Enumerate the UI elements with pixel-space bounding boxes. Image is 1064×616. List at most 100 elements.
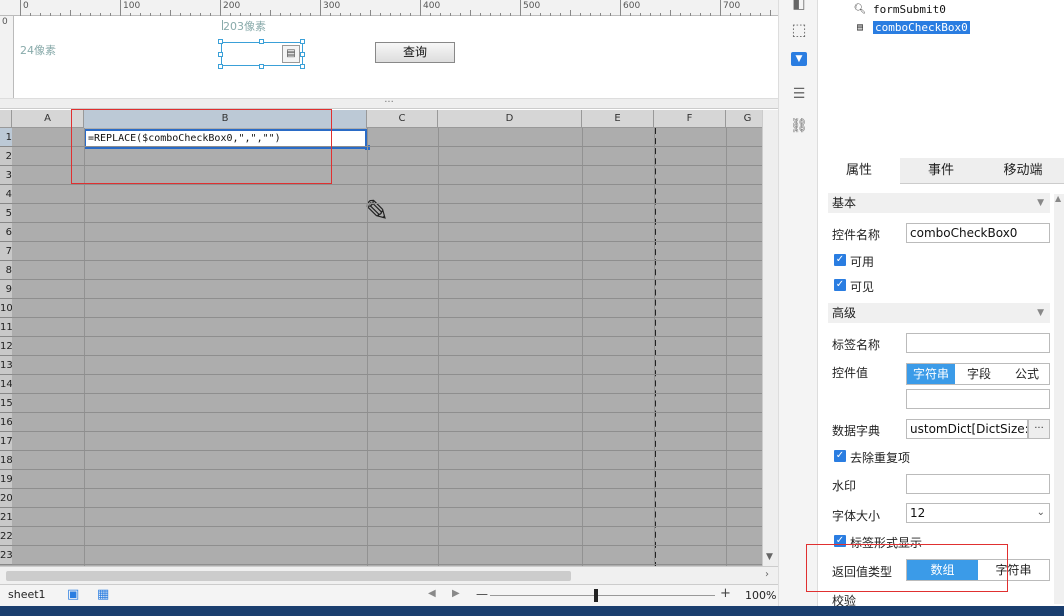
- scroll-right-icon[interactable]: ›: [765, 569, 769, 580]
- resize-handle[interactable]: [218, 64, 223, 69]
- resize-handle[interactable]: [218, 52, 223, 57]
- column-header-cell[interactable]: F: [654, 110, 726, 128]
- font-size-select[interactable]: 12 ⌄: [906, 503, 1050, 523]
- tree-item-label: formSubmit0: [873, 3, 946, 16]
- row-header-cell[interactable]: 19: [0, 470, 12, 489]
- tree-item-form-submit[interactable]: 🔍︎ formSubmit0: [853, 2, 946, 18]
- row-header-cell[interactable]: 22: [0, 527, 12, 546]
- row-header-cell[interactable]: 15: [0, 394, 12, 413]
- visible-checkbox[interactable]: ✓ 可见: [834, 278, 874, 295]
- resize-handle[interactable]: [300, 52, 305, 57]
- ruler-minor-tick: [300, 13, 301, 16]
- zoom-out-button[interactable]: —: [476, 587, 488, 601]
- collapse-icon[interactable]: ▼: [1037, 193, 1044, 213]
- vertical-scrollbar[interactable]: ▼: [762, 110, 778, 566]
- column-gridline: [84, 128, 85, 566]
- row-header-cell[interactable]: 18: [0, 451, 12, 470]
- row-header-cell[interactable]: 10: [0, 299, 12, 318]
- zoom-slider-track[interactable]: [490, 595, 715, 596]
- zoom-in-button[interactable]: +: [720, 586, 731, 601]
- horizontal-scrollbar[interactable]: ›: [0, 566, 778, 584]
- row-header-cell[interactable]: 4: [0, 185, 12, 204]
- ruler-minor-tick: [90, 13, 91, 16]
- row-header-cell[interactable]: 12: [0, 337, 12, 356]
- tag-name-input[interactable]: [906, 333, 1050, 353]
- row-header-cell[interactable]: 20: [0, 489, 12, 508]
- query-button[interactable]: 查询: [375, 42, 455, 63]
- zoom-slider-thumb[interactable]: [594, 589, 598, 602]
- property-panel-scrollbar[interactable]: ▲: [1054, 194, 1064, 604]
- add-sheet-icon[interactable]: ▣: [67, 587, 79, 602]
- ruler-minor-tick: [500, 13, 501, 16]
- column-header-cell[interactable]: C: [367, 110, 438, 128]
- resize-handle[interactable]: [300, 64, 305, 69]
- watermark-input[interactable]: [906, 474, 1050, 494]
- widget-value-input[interactable]: [906, 389, 1050, 409]
- row-header-cell[interactable]: 8: [0, 261, 12, 280]
- column-header-cell[interactable]: G: [726, 110, 762, 128]
- ruler-minor-tick: [680, 13, 681, 16]
- resize-handle[interactable]: [259, 64, 264, 69]
- widget-value-field-option[interactable]: 字段: [955, 364, 1003, 384]
- scroll-up-icon[interactable]: ▲: [1055, 194, 1061, 203]
- horizontal-scroll-thumb[interactable]: [6, 571, 571, 581]
- row-header-cell[interactable]: 23: [0, 546, 12, 565]
- resize-handle[interactable]: [259, 39, 264, 44]
- row-header-cell[interactable]: 13: [0, 356, 12, 375]
- row-header-cell[interactable]: 14: [0, 375, 12, 394]
- enabled-checkbox[interactable]: ✓ 可用: [834, 253, 874, 270]
- layers-icon[interactable]: ☰: [789, 84, 809, 104]
- widget-value-formula-option[interactable]: 公式: [1003, 364, 1051, 384]
- section-advanced[interactable]: 高级 ▼: [828, 303, 1050, 323]
- sheet-tab[interactable]: sheet1: [8, 588, 46, 601]
- column-header-cell[interactable]: D: [438, 110, 582, 128]
- dedupe-checkbox[interactable]: ✓ 去除重复项: [834, 449, 910, 466]
- row-gridline: [12, 450, 762, 451]
- height-annotation: 24像素: [20, 44, 56, 57]
- frame-icon[interactable]: ⬚: [789, 20, 809, 40]
- tree-item-combo-checkbox[interactable]: ▤ comboCheckBox0: [853, 20, 970, 36]
- widget-value-string-option[interactable]: 字符串: [907, 364, 955, 384]
- scroll-down-icon[interactable]: ▼: [766, 552, 773, 562]
- row-gridline: [12, 545, 762, 546]
- pane-splitter[interactable]: ···: [0, 98, 778, 109]
- resize-handle[interactable]: [218, 39, 223, 44]
- chevron-down-icon[interactable]: ⌄: [1037, 504, 1045, 522]
- resize-handle[interactable]: [300, 39, 305, 44]
- ruler-minor-tick: [440, 13, 441, 16]
- ruler-minor-tick: [560, 13, 561, 16]
- column-header-cell[interactable]: E: [582, 110, 654, 128]
- corner-cell[interactable]: [0, 110, 12, 128]
- form-canvas[interactable]: 0 100 200 300 400 500 600 700 0 203像素 24像素 ▤ 查询: [0, 0, 778, 105]
- row-header-cell[interactable]: 7: [0, 242, 12, 261]
- row-header-cell[interactable]: 16: [0, 413, 12, 432]
- add-sheet-copy-icon[interactable]: ▦: [97, 587, 109, 602]
- tab-mobile[interactable]: 移动端: [982, 158, 1064, 184]
- combo-checkbox-widget[interactable]: ▤: [221, 42, 303, 66]
- column-gridline: [654, 128, 655, 566]
- link-icon[interactable]: ⛓: [789, 116, 809, 136]
- sheet-prev-icon[interactable]: ◀: [428, 588, 436, 599]
- toolbar-top-icon[interactable]: ◧: [789, 0, 809, 14]
- tab-events[interactable]: 事件: [900, 158, 982, 184]
- row-header-cell[interactable]: 2: [0, 147, 12, 166]
- row-header-cell[interactable]: 11: [0, 318, 12, 337]
- combo-dropdown-icon[interactable]: ▤: [282, 45, 300, 63]
- collapse-icon[interactable]: ▼: [1037, 303, 1044, 323]
- row-header-cell[interactable]: 9: [0, 280, 12, 299]
- row-header-cell[interactable]: 5: [0, 204, 12, 223]
- ruler-minor-tick: [380, 13, 381, 16]
- data-dict-input[interactable]: ustomDict[DictSize:3]: [906, 419, 1028, 439]
- row-header-cell[interactable]: 3: [0, 166, 12, 185]
- right-panel: 🔍︎ formSubmit0 ▤ comboCheckBox0 属性 事件 移动…: [818, 0, 1064, 608]
- sheet-next-icon[interactable]: ▶: [452, 588, 460, 599]
- tab-properties[interactable]: 属性: [818, 158, 900, 184]
- row-header-cell[interactable]: 1: [0, 128, 12, 147]
- row-header-cell[interactable]: 6: [0, 223, 12, 242]
- data-dict-more-button[interactable]: ···: [1028, 419, 1050, 439]
- row-header-cell[interactable]: 17: [0, 432, 12, 451]
- widget-name-input[interactable]: comboCheckBox0: [906, 223, 1050, 243]
- combo-tool-icon[interactable]: ▼: [791, 52, 807, 66]
- row-header-cell[interactable]: 21: [0, 508, 12, 527]
- section-basic[interactable]: 基本 ▼: [828, 193, 1050, 213]
